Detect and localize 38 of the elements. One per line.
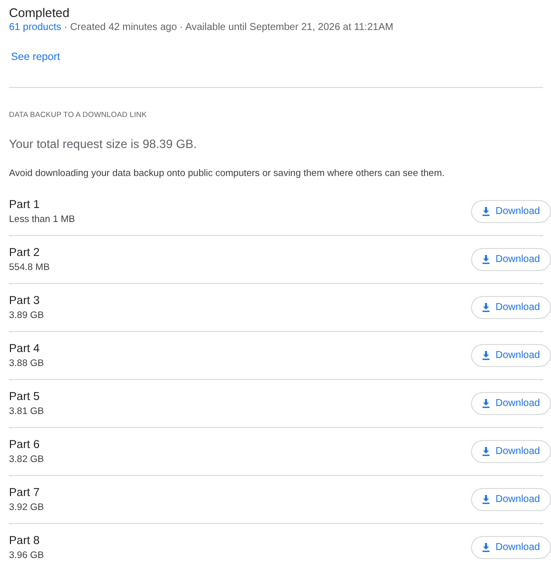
download-icon [482, 351, 490, 360]
part-size: 3.96 GB [9, 548, 44, 562]
download-icon [482, 399, 490, 408]
products-link[interactable]: 61 products [9, 22, 62, 33]
part-name: Part 7 [9, 486, 41, 500]
part-name: Part 3 [9, 294, 41, 308]
download-button[interactable]: Download [470, 248, 551, 271]
download-button[interactable]: Download [470, 536, 551, 559]
download-icon [482, 543, 490, 552]
status-details: · Created 42 minutes ago · Available until September 21, 2026 at 11:21AM [63, 22, 394, 33]
download-button[interactable]: Download [470, 440, 551, 463]
part-size: 3.81 GB [9, 404, 44, 418]
part-size: 3.92 GB [9, 500, 44, 514]
download-icon [482, 495, 490, 504]
total-size-text: Your total request size is 98.39 GB. [9, 137, 198, 151]
download-button[interactable]: Download [470, 488, 551, 511]
download-button[interactable]: Download [470, 200, 551, 223]
part-size: 554.8 MB [9, 260, 50, 274]
download-button[interactable]: Download [470, 344, 551, 367]
warning-text: Avoid downloading your data backup onto public computers or saving them where others can see them. [9, 168, 446, 179]
download-icon [482, 303, 490, 312]
part-size: 3.89 GB [9, 308, 44, 322]
download-button[interactable]: Download [470, 392, 551, 415]
part-name: Part 5 [9, 390, 41, 404]
status-title: Completed [9, 5, 70, 21]
download-icon [482, 447, 490, 456]
download-button[interactable]: Download [470, 296, 551, 319]
part-name: Part 1 [9, 198, 41, 212]
part-size: Less than 1 MB [9, 212, 76, 226]
part-name: Part 6 [9, 438, 41, 452]
download-icon [482, 255, 490, 264]
part-size: 3.82 GB [9, 452, 44, 466]
part-name: Part 4 [9, 342, 41, 356]
part-name: Part 8 [9, 534, 41, 548]
part-size: 3.88 GB [9, 356, 44, 370]
part-name: Part 2 [9, 246, 41, 260]
download-icon [482, 207, 490, 216]
see-report-link[interactable]: See report [11, 51, 60, 63]
